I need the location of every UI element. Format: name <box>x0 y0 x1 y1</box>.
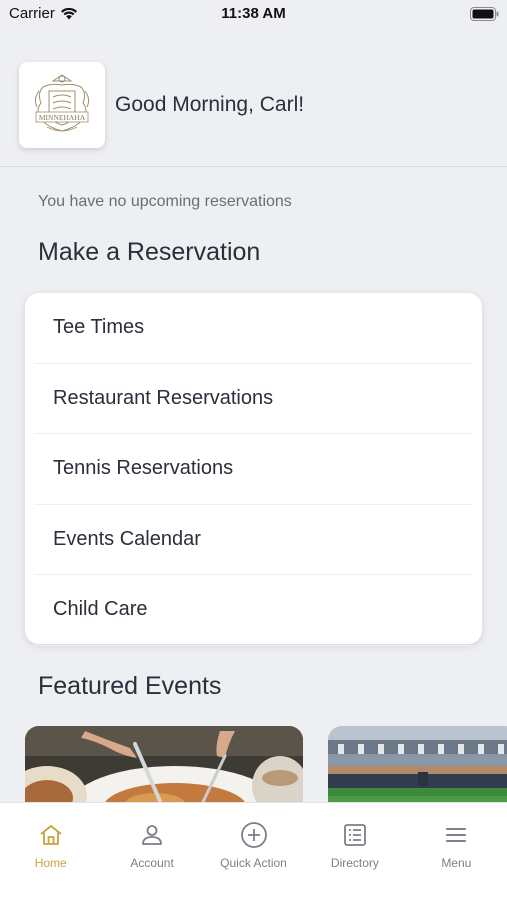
tab-quick-action[interactable]: Quick Action <box>203 803 304 900</box>
list-icon <box>341 821 369 849</box>
reservation-item-restaurant[interactable]: Restaurant Reservations <box>34 364 473 434</box>
battery-icon <box>470 7 499 21</box>
tab-bar: Home Account Quick Action Directory Menu <box>0 802 507 900</box>
golf-event-image <box>328 726 507 806</box>
event-card-dining[interactable] <box>25 726 303 806</box>
logo-text: MINNEHAHA <box>39 113 86 122</box>
reservation-item-tee-times[interactable]: Tee Times <box>34 293 473 364</box>
reservation-item-child-care[interactable]: Child Care <box>34 575 473 646</box>
event-card-golf[interactable] <box>328 726 507 806</box>
tab-directory-label: Directory <box>330 856 379 870</box>
hamburger-icon <box>442 821 470 849</box>
no-reservations-message: You have no upcoming reservations <box>38 193 292 210</box>
person-icon <box>138 821 166 849</box>
make-reservation-title: Make a Reservation <box>38 238 261 266</box>
status-bar: Carrier 11:38 AM <box>0 0 507 30</box>
reservation-item-events-calendar[interactable]: Events Calendar <box>34 505 473 575</box>
featured-events-title: Featured Events <box>38 672 222 700</box>
featured-events-carousel[interactable] <box>25 726 507 806</box>
plus-circle-icon <box>240 821 268 849</box>
reservation-list: Tee Times Restaurant Reservations Tennis… <box>25 293 482 646</box>
header-divider <box>0 166 507 167</box>
header: MINNEHAHA Good Morning, Carl! <box>19 62 304 148</box>
tab-home[interactable]: Home <box>0 803 101 900</box>
tab-account[interactable]: Account <box>101 803 202 900</box>
club-crest-icon: MINNEHAHA <box>34 74 90 132</box>
club-logo: MINNEHAHA <box>19 62 105 148</box>
greeting: Good Morning, Carl! <box>115 93 305 116</box>
tab-menu-label: Menu <box>441 856 472 870</box>
tab-menu[interactable]: Menu <box>406 803 507 900</box>
tab-directory[interactable]: Directory <box>304 803 405 900</box>
dining-event-image <box>25 726 303 806</box>
clock: 11:38 AM <box>221 5 286 22</box>
tab-account-label: Account <box>130 856 174 870</box>
reservation-item-tennis[interactable]: Tennis Reservations <box>34 434 473 505</box>
home-icon <box>37 821 65 849</box>
tab-quick-action-label: Quick Action <box>220 856 287 870</box>
tab-home-label: Home <box>34 856 67 870</box>
